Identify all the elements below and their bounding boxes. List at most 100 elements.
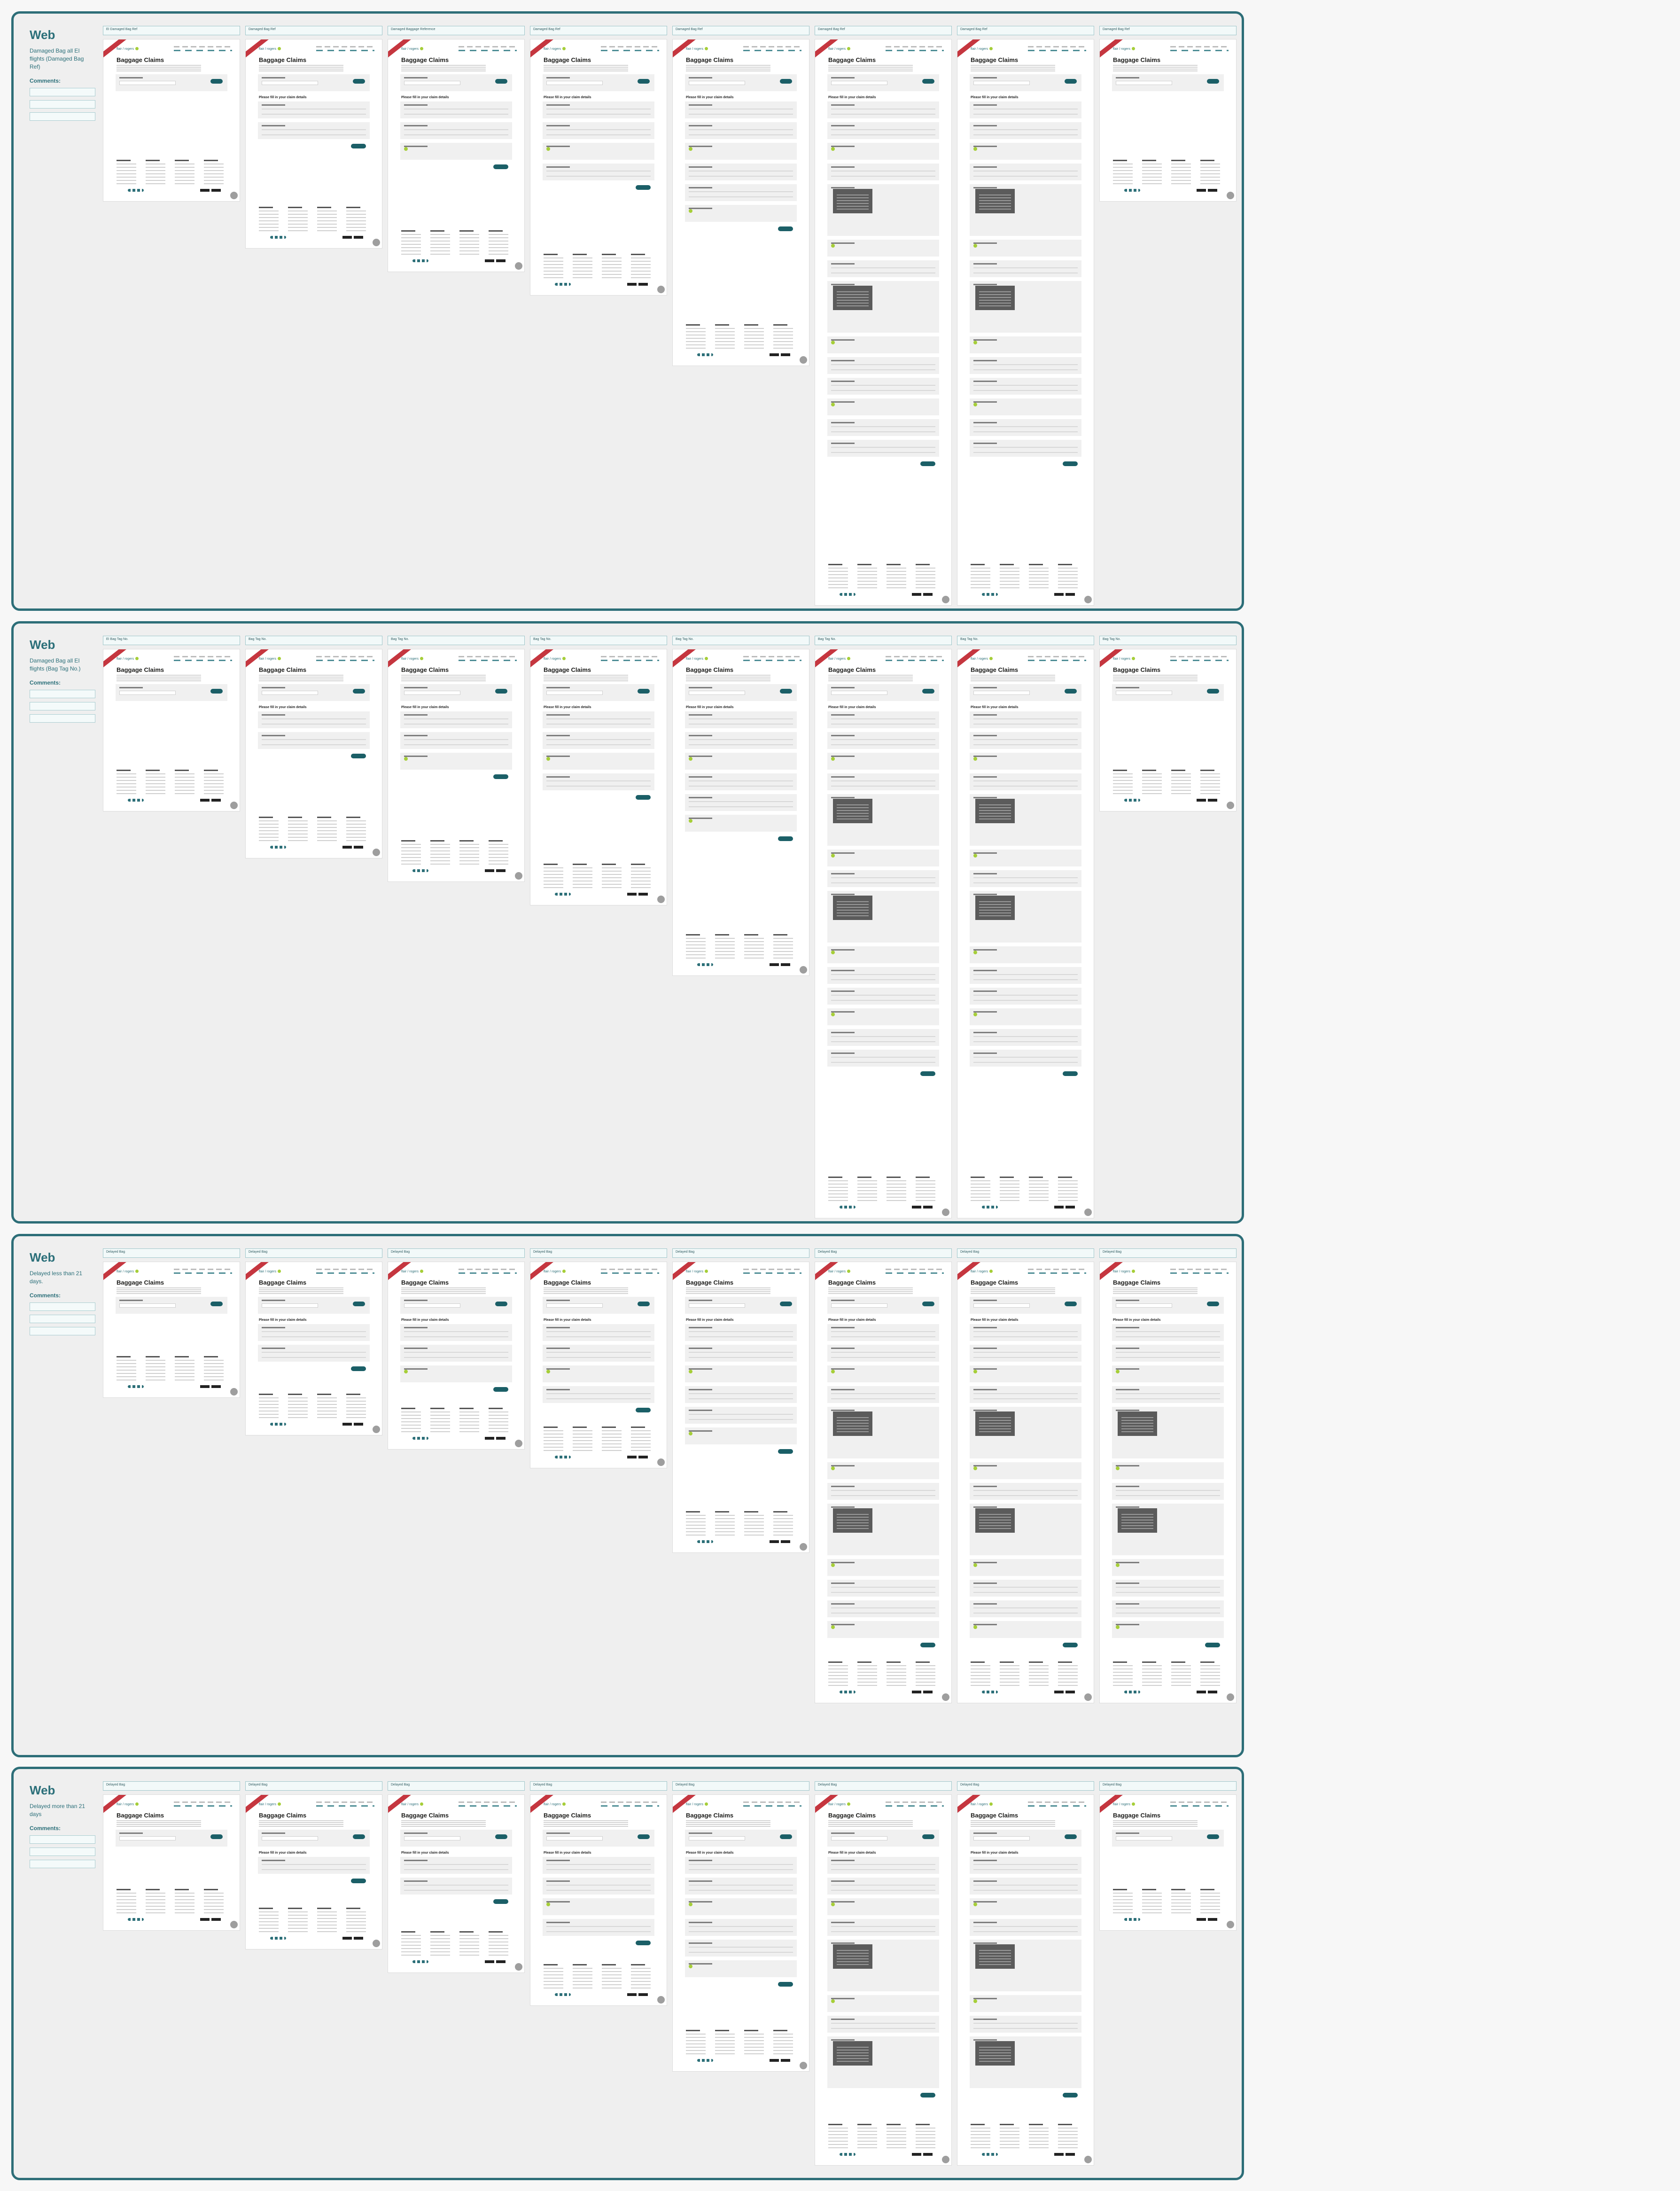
app-store-badges[interactable]	[627, 1456, 648, 1458]
field-options[interactable]	[973, 1883, 1078, 1891]
field-options[interactable]	[546, 128, 651, 135]
booking-ref-input[interactable]	[119, 691, 176, 695]
comment-note[interactable]	[30, 1848, 95, 1856]
help-chat-icon[interactable]	[942, 2156, 949, 2163]
help-chat-icon[interactable]	[942, 1209, 949, 1216]
booking-ref-input[interactable]	[1116, 1303, 1172, 1308]
help-chat-icon[interactable]	[230, 192, 238, 199]
field-options[interactable]	[404, 1863, 508, 1870]
main-nav[interactable]	[1028, 1272, 1086, 1274]
booking-ref-input[interactable]	[973, 1836, 1030, 1840]
find-button[interactable]	[1207, 79, 1219, 84]
field-options[interactable]	[546, 1883, 651, 1891]
field-options[interactable]	[689, 717, 793, 725]
comment-note[interactable]	[30, 112, 95, 121]
brand-logo[interactable]: flair / rogers	[686, 47, 708, 51]
footer-link-column[interactable]	[204, 160, 224, 184]
app-store-badges[interactable]	[627, 1993, 648, 1996]
footer-link-column[interactable]	[715, 934, 735, 959]
brand-logo[interactable]: flair / rogers	[686, 1802, 708, 1806]
continue-button[interactable]	[778, 1982, 793, 1987]
continue-button[interactable]	[351, 1366, 366, 1371]
social-icons[interactable]	[128, 799, 144, 802]
field-options[interactable]	[973, 1606, 1078, 1614]
field-options[interactable]	[546, 1350, 651, 1358]
help-chat-icon[interactable]	[800, 966, 807, 974]
brand-logo[interactable]: flair / rogers	[1113, 1270, 1135, 1273]
help-chat-icon[interactable]	[515, 1963, 522, 1971]
social-icons[interactable]	[412, 259, 428, 262]
utility-nav[interactable]	[601, 656, 659, 657]
app-store-badges[interactable]	[342, 846, 363, 849]
footer-link-column[interactable]	[204, 1889, 224, 1913]
brand-logo[interactable]: flair / rogers	[117, 47, 139, 51]
field-options[interactable]	[973, 1392, 1078, 1399]
footer-link-column[interactable]	[1000, 564, 1019, 588]
footer-link-column[interactable]	[602, 254, 622, 278]
utility-nav[interactable]	[743, 656, 801, 657]
booking-ref-input[interactable]	[404, 1836, 460, 1840]
footer-link-column[interactable]	[971, 1177, 990, 1201]
field-options[interactable]	[1116, 1489, 1220, 1496]
footer-link-column[interactable]	[459, 1408, 479, 1432]
brand-logo[interactable]: flair / rogers	[828, 1802, 850, 1806]
field-options[interactable]	[831, 1606, 935, 1614]
brand-logo[interactable]: flair / rogers	[259, 1802, 281, 1806]
continue-button[interactable]	[778, 836, 793, 841]
social-icons[interactable]	[555, 893, 571, 896]
social-icons[interactable]	[555, 283, 571, 286]
social-icons[interactable]	[412, 869, 428, 872]
footer-link-column[interactable]	[401, 230, 421, 255]
continue-button[interactable]	[920, 1643, 935, 1647]
field-options[interactable]	[262, 1863, 366, 1870]
footer-link-column[interactable]	[489, 1408, 508, 1432]
continue-button[interactable]	[493, 774, 508, 779]
field-options[interactable]	[831, 1863, 935, 1870]
social-icons[interactable]	[270, 846, 286, 849]
find-button[interactable]	[1065, 79, 1077, 84]
field-options[interactable]	[689, 1883, 793, 1891]
field-options[interactable]	[831, 363, 935, 370]
brand-logo[interactable]: flair / rogers	[117, 657, 139, 661]
brand-logo[interactable]: flair / rogers	[401, 47, 423, 51]
booking-ref-input[interactable]	[546, 1303, 603, 1308]
field-options[interactable]	[262, 1350, 366, 1358]
help-chat-icon[interactable]	[373, 239, 380, 246]
help-chat-icon[interactable]	[373, 1940, 380, 1947]
utility-nav[interactable]	[1170, 1801, 1229, 1803]
field-options[interactable]	[689, 169, 793, 177]
footer-link-column[interactable]	[401, 1931, 421, 1956]
footer-link-column[interactable]	[489, 1931, 508, 1956]
footer-link-column[interactable]	[317, 207, 337, 231]
app-store-badges[interactable]	[485, 1960, 506, 1963]
footer-link-column[interactable]	[971, 2124, 990, 2148]
utility-nav[interactable]	[316, 1269, 374, 1270]
footer-link-column[interactable]	[544, 1427, 563, 1451]
field-options[interactable]	[973, 425, 1078, 432]
footer-link-column[interactable]	[573, 1427, 592, 1451]
app-store-badges[interactable]	[627, 893, 648, 896]
footer-link-column[interactable]	[887, 1177, 906, 1201]
continue-button[interactable]	[351, 1879, 366, 1883]
field-options[interactable]	[973, 717, 1078, 725]
field-options[interactable]	[973, 1035, 1078, 1042]
footer-link-column[interactable]	[828, 1661, 848, 1686]
booking-ref-input[interactable]	[973, 1303, 1030, 1308]
booking-ref-input[interactable]	[973, 81, 1030, 85]
field-options[interactable]	[689, 1863, 793, 1870]
field-options[interactable]	[973, 107, 1078, 115]
find-button[interactable]	[495, 689, 507, 694]
footer-link-column[interactable]	[146, 160, 165, 184]
booking-ref-input[interactable]	[262, 1836, 318, 1840]
footer-link-column[interactable]	[346, 1908, 366, 1932]
find-button[interactable]	[353, 79, 365, 84]
footer-link-column[interactable]	[346, 207, 366, 231]
utility-nav[interactable]	[1170, 656, 1229, 657]
booking-ref-input[interactable]	[689, 691, 745, 695]
footer-link-column[interactable]	[971, 1661, 990, 1686]
app-store-badges[interactable]	[485, 259, 506, 262]
footer-link-column[interactable]	[857, 1177, 877, 1201]
field-options[interactable]	[831, 107, 935, 115]
footer-link-column[interactable]	[288, 1908, 308, 1932]
social-icons[interactable]	[555, 1993, 571, 1996]
